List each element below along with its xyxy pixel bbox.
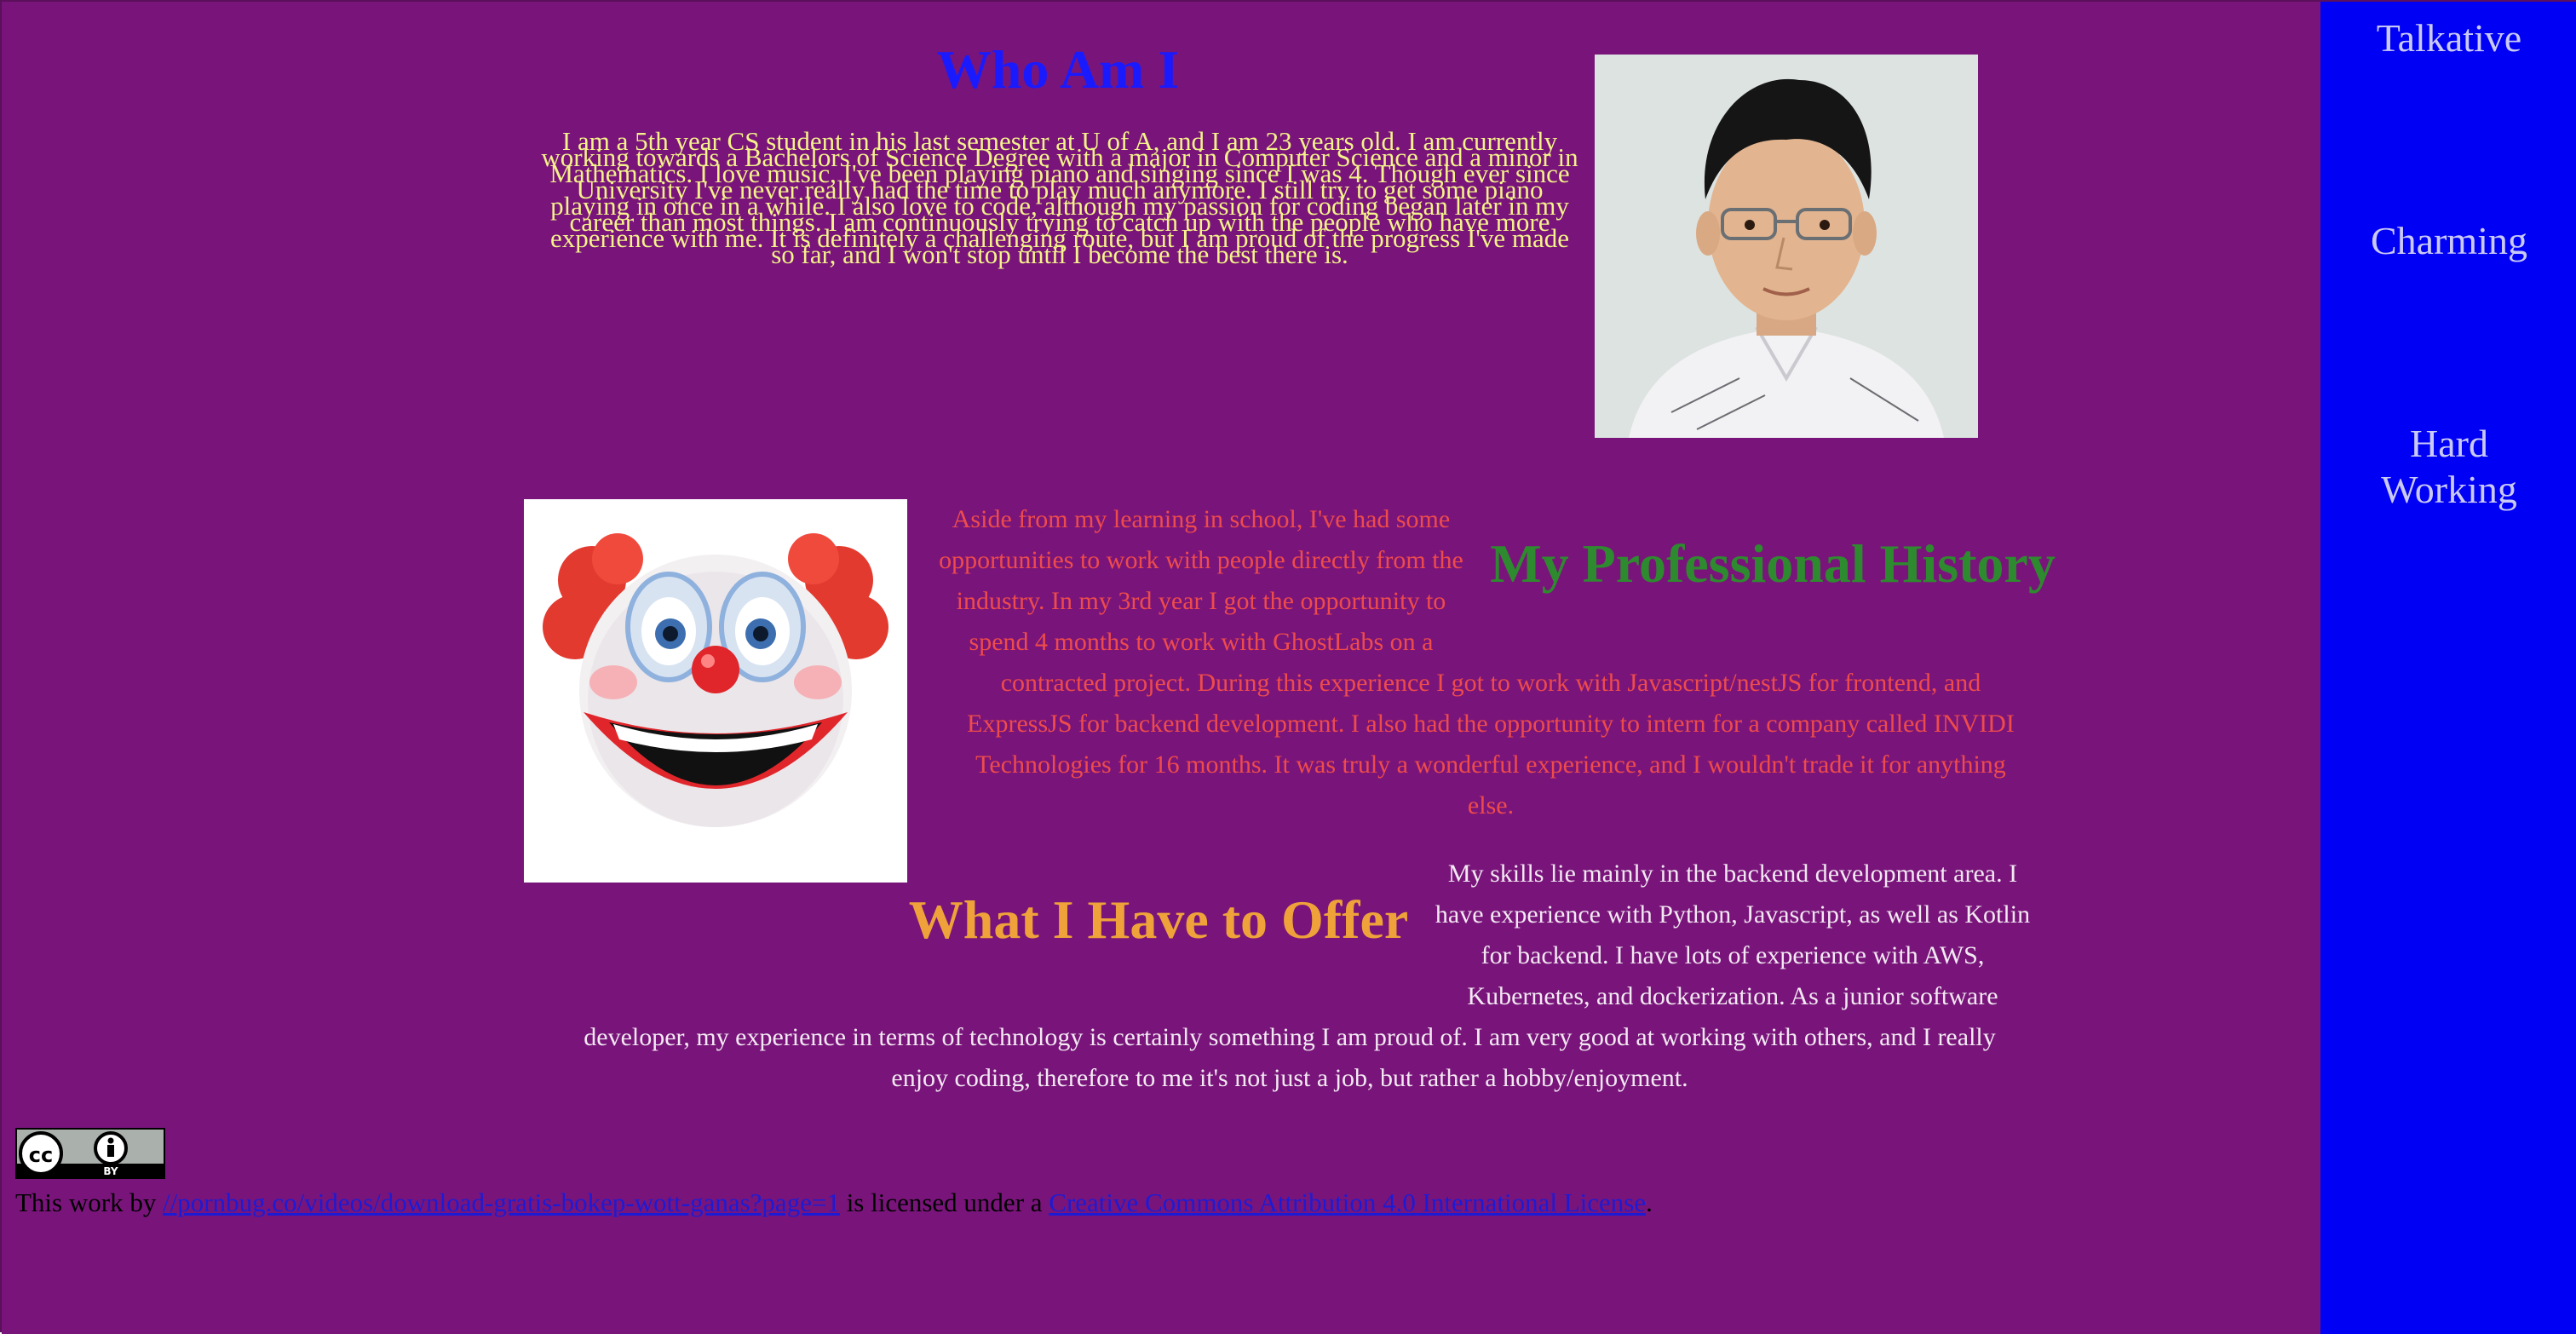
- sidebar: Talkative Charming Hard Working: [2320, 2, 2576, 1334]
- portrait-illustration: [1595, 55, 1978, 438]
- sidebar-item-hard-working-line2: Working: [2381, 468, 2517, 511]
- offer-line: have experience with Python, Javascript,…: [1435, 900, 2031, 929]
- professional-history-line: spend 4 months to work with GhostLabs on…: [969, 628, 1434, 656]
- who-am-i-title: Who Am I: [936, 39, 1180, 100]
- professional-history-line: ExpressJS for backend development. I als…: [967, 710, 2015, 738]
- offer-line: Kubernetes, and dockerization. As a juni…: [1467, 982, 1998, 1010]
- cc-by-license-badge[interactable]: cc BY: [15, 1128, 165, 1179]
- offer-line: enjoy coding, therefore to me it's not j…: [891, 1064, 1688, 1092]
- what-i-offer-title: What I Have to Offer: [908, 889, 1409, 950]
- clown-face-icon: [524, 499, 907, 883]
- footer-prefix: This work by: [15, 1187, 164, 1217]
- sidebar-item-hard-working: Hard Working: [2320, 421, 2576, 513]
- page: Who Am I I am a 5th year CS student in h…: [0, 0, 2576, 1334]
- professional-history-title: My Professional History: [1490, 533, 2056, 594]
- professional-history-line: Aside from my learning in school, I've h…: [952, 505, 1451, 533]
- professional-history-line: Technologies for 16 months. It was truly…: [975, 750, 2006, 779]
- main-content: Who Am I I am a 5th year CS student in h…: [2, 2, 2320, 1334]
- professional-history-line: else.: [1467, 791, 1515, 819]
- svg-text:cc: cc: [29, 1143, 53, 1167]
- offer-line: My skills lie mainly in the backend deve…: [1447, 860, 2018, 888]
- author-link[interactable]: //pornbug.co/videos/download-gratis-boke…: [163, 1187, 840, 1217]
- sidebar-item-hard-working-line1: Hard: [2410, 422, 2488, 465]
- offer-line: developer, my experience in terms of tec…: [584, 1023, 1996, 1051]
- cc-badge-by-text: BY: [103, 1165, 118, 1177]
- clown-emoji-image: [524, 499, 907, 883]
- cc-by-icon: cc BY: [17, 1130, 164, 1177]
- offer-line: for backend. I have lots of experience w…: [1481, 941, 1985, 969]
- who-am-i-paragraph: I am a 5th year CS student in his last s…: [523, 128, 1596, 267]
- professional-history-line: contracted project. During this experien…: [1000, 669, 1981, 697]
- professional-history-line: opportunities to work with people direct…: [939, 546, 1463, 574]
- license-footer: This work by //pornbug.co/videos/downloa…: [15, 1182, 2230, 1223]
- sidebar-item-talkative: Talkative: [2376, 16, 2522, 60]
- sidebar-item-charming: Charming: [2371, 219, 2527, 262]
- footer-suffix: .: [1646, 1187, 1653, 1217]
- license-link[interactable]: Creative Commons Attribution 4.0 Interna…: [1049, 1187, 1646, 1217]
- professional-history-line: industry. In my 3rd year I got the oppor…: [956, 587, 1446, 615]
- portrait-photo: [1595, 55, 1978, 438]
- footer-middle: is licensed under a: [839, 1187, 1049, 1217]
